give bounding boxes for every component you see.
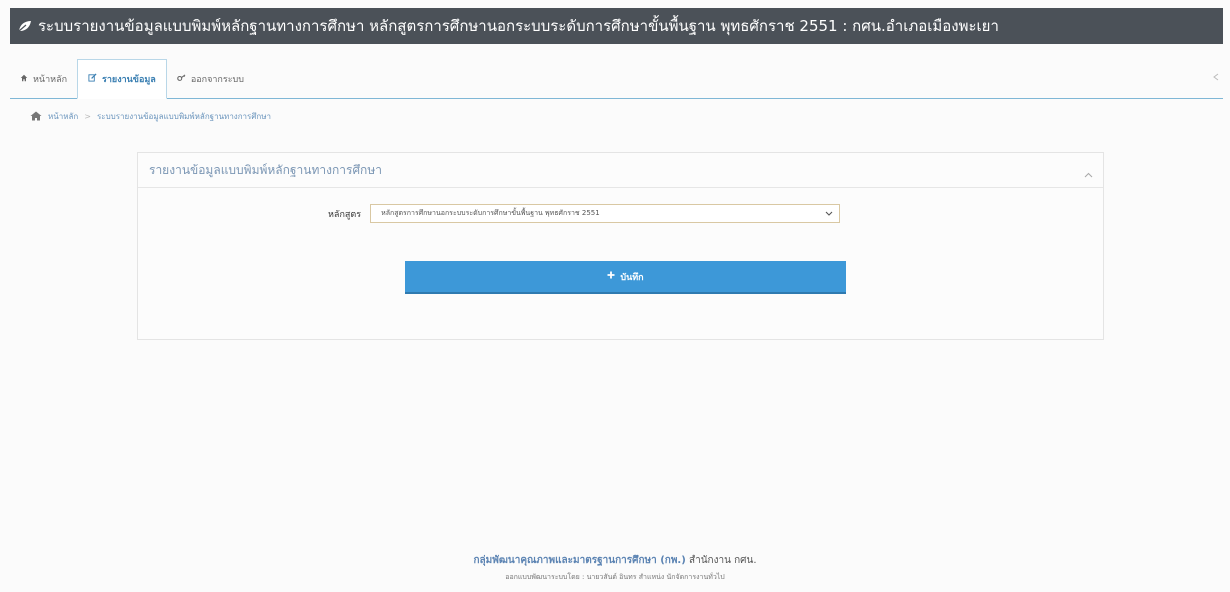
breadcrumb-current[interactable]: ระบบรายงานข้อมูลแบบพิมพ์หลักฐานทางการศึก…	[97, 110, 271, 123]
footer-org: กลุ่มพัฒนาคุณภาพและมาตรฐานการศึกษา (กพ.)	[473, 555, 686, 566]
tab-report[interactable]: รายงานข้อมูล	[77, 59, 167, 99]
home-icon	[20, 74, 28, 85]
app-header: ระบบรายงานข้อมูลแบบพิมพ์หลักฐานทางการศึก…	[10, 8, 1223, 44]
panel-title: รายงานข้อมูลแบบพิมพ์หลักฐานทางการศึกษา	[149, 162, 382, 177]
breadcrumb-separator: >	[84, 112, 91, 121]
curriculum-select[interactable]: หลักสูตรการศึกษานอกระบบระดับการศึกษาขั้น…	[370, 204, 841, 223]
key-icon	[177, 73, 186, 85]
tab-logout-label: ออกจากระบบ	[190, 75, 244, 85]
save-button[interactable]: บันทึก	[405, 261, 846, 294]
nav-tabs: หน้าหลัก รายงานข้อมูล ออกจากระบบ	[10, 58, 1223, 99]
home-icon	[30, 111, 42, 123]
edit-icon	[88, 73, 97, 85]
app-title: ระบบรายงานข้อมูลแบบพิมพ์หลักฐานทางการศึก…	[38, 17, 999, 35]
breadcrumb-home[interactable]: หน้าหลัก	[48, 110, 78, 123]
footer-credit: ออกแบบพัฒนาระบบโดย : นายวสันต์ อินทร สำแ…	[505, 573, 725, 581]
tab-home-label: หน้าหลัก	[33, 75, 68, 85]
footer-office: สำนักงาน กศน.	[688, 555, 757, 566]
plus-icon	[607, 271, 615, 282]
curriculum-form-row: หลักสูตร หลักสูตรการศึกษานอกระบบระดับการ…	[328, 204, 841, 223]
curriculum-label: หลักสูตร	[328, 209, 362, 220]
chevron-down-icon	[825, 210, 833, 218]
tab-logout[interactable]: ออกจากระบบ	[167, 60, 254, 98]
report-panel: รายงานข้อมูลแบบพิมพ์หลักฐานทางการศึกษา ห…	[137, 152, 1104, 340]
tabs-scroll-icon[interactable]	[1213, 73, 1219, 83]
collapse-icon[interactable]	[1084, 167, 1093, 181]
curriculum-selected-value: หลักสูตรการศึกษานอกระบบระดับการศึกษาขั้น…	[381, 209, 600, 217]
tab-home[interactable]: หน้าหลัก	[10, 60, 77, 98]
tab-report-label: รายงานข้อมูล	[102, 75, 156, 85]
breadcrumb: หน้าหลัก > ระบบรายงานข้อมูลแบบพิมพ์หลักฐ…	[30, 110, 271, 123]
panel-header: รายงานข้อมูลแบบพิมพ์หลักฐานทางการศึกษา	[138, 153, 1103, 188]
footer-org-line: กลุ่มพัฒนาคุณภาพและมาตรฐานการศึกษา (กพ.)…	[0, 553, 1230, 568]
save-button-label: บันทึก	[620, 272, 644, 283]
leaf-icon	[18, 20, 32, 32]
